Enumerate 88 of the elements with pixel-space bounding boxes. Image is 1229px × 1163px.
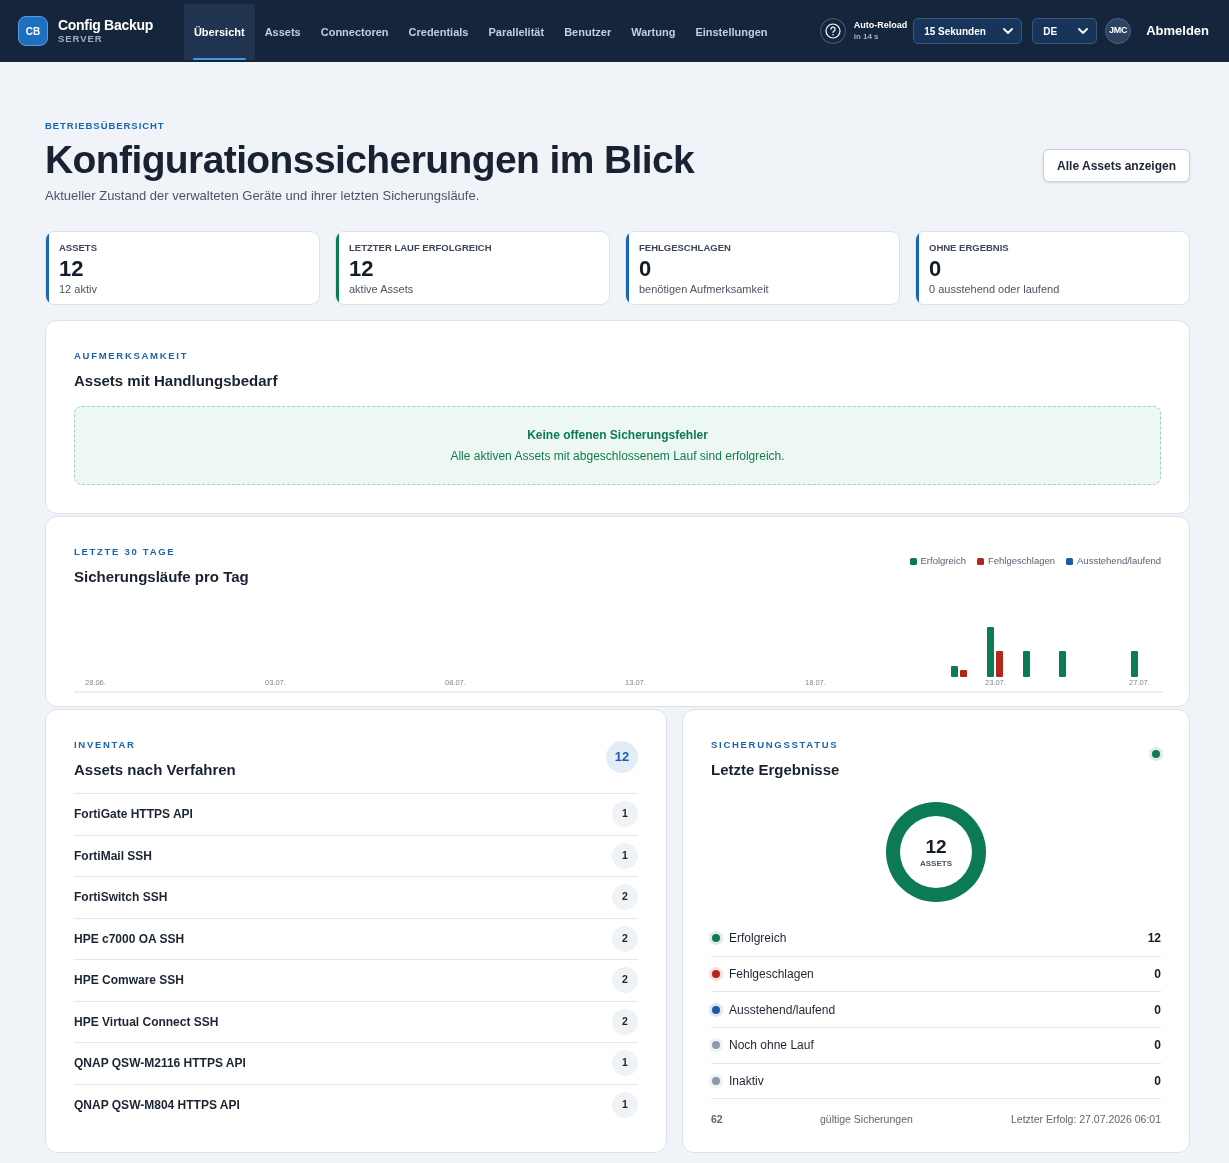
stat-value: 0	[639, 257, 653, 281]
legend-label: Ausstehend/laufend	[1077, 555, 1161, 567]
method-name: FortiMail SSH	[74, 847, 152, 865]
method-name: HPE Comware SSH	[74, 972, 185, 990]
logout-link[interactable]: Abmelden	[1146, 21, 1209, 41]
legend-label: Erfolgreich	[920, 555, 966, 567]
status-label: Fehlgeschlagen	[729, 966, 814, 984]
stat-value: 12	[349, 257, 375, 281]
success-bar	[1023, 651, 1030, 677]
failed-bar	[996, 651, 1003, 677]
chevron-down-icon	[1078, 28, 1089, 34]
method-name: QNAP QSW-M2116 HTTPS API	[74, 1055, 246, 1073]
status-label: Erfolgreich	[729, 930, 787, 948]
stat-note: benötigen Aufmerksamkeit	[639, 282, 769, 296]
status-label: Noch ohne Lauf	[729, 1037, 814, 1055]
section-title: Assets mit Handlungsbedarf	[74, 371, 279, 391]
failed-bar	[960, 670, 967, 677]
method-name: FortiSwitch SSH	[74, 889, 168, 907]
count-badge: 2	[612, 884, 638, 911]
last-success-text: Letzter Erfolg: 27.07.2026 06:01	[1010, 1112, 1161, 1127]
method-name: HPE Virtual Connect SSH	[74, 1013, 219, 1031]
empty-state-title: Keine offenen Sicherungsfehler	[527, 427, 708, 443]
section-eyebrow: LETZTE 30 TAGE	[74, 546, 177, 558]
count-badge: 2	[612, 1008, 638, 1035]
nav-tab[interactable]: Wartung	[621, 4, 686, 60]
section-eyebrow: AUFMERKSAMKEIT	[74, 350, 190, 362]
empty-state-text: Alle aktiven Assets mit abgeschlossenem Lauf sind erfolgreich.	[450, 448, 785, 464]
method-name: HPE c7000 OA SSH	[74, 930, 185, 948]
count-badge: 1	[612, 1050, 638, 1077]
status-count: 12	[1147, 930, 1161, 948]
count-badge: 1	[612, 842, 638, 869]
stat-value: 12	[59, 257, 85, 281]
stat-note: 0 ausstehend oder laufend	[929, 282, 1060, 296]
page-eyebrow: BETRIEBSÜBERSICHT	[45, 120, 166, 132]
status-count: 0	[1154, 966, 1161, 984]
nav-tab[interactable]: Connectoren	[310, 4, 399, 60]
donut-total: 12	[925, 837, 947, 857]
nav-tab[interactable]: Assets	[254, 4, 311, 60]
stat-value: 0	[929, 257, 943, 281]
method-name: QNAP QSW-M804 HTTPS API	[74, 1096, 240, 1114]
method-name: FortiGate HTTPS API	[74, 806, 193, 824]
stat-note: aktive Assets	[349, 282, 415, 296]
page-subtitle: Aktueller Zustand der verwalteten Geräte und ihrer letzten Sicherungsläufe.	[45, 188, 481, 204]
app-logo: CB	[18, 16, 48, 46]
success-bar	[987, 627, 994, 677]
auto-reload-label: Auto-Reload	[853, 20, 908, 31]
success-bar	[1059, 651, 1066, 677]
stat-note: 12 aktiv	[59, 282, 97, 296]
status-count: 0	[1154, 1001, 1161, 1019]
section-title: Assets nach Verfahren	[74, 760, 236, 780]
reload-countdown: in 14 s	[853, 31, 880, 42]
all-assets-button[interactable]: Alle Assets anzeigen	[1043, 149, 1190, 182]
nav-tab[interactable]: Parallelität	[478, 4, 555, 60]
nav-tab[interactable]: Übersicht	[183, 4, 255, 60]
status-label: Inaktiv	[729, 1073, 764, 1091]
nav-tab[interactable]: Benutzer	[554, 4, 622, 60]
chevron-down-icon	[1003, 28, 1014, 34]
count-badge: 1	[612, 801, 638, 828]
stat-label: FEHLGESCHLAGEN	[639, 242, 732, 254]
interval-select[interactable]: 15 Sekunden	[913, 18, 1023, 44]
success-bar	[951, 666, 958, 677]
legend-label: Fehlgeschlagen	[987, 555, 1055, 567]
nav-tab[interactable]: Credentials	[398, 4, 479, 60]
count-badge: 2	[612, 925, 638, 952]
section-eyebrow: INVENTAR	[74, 739, 137, 751]
count-badge: 2	[612, 967, 638, 994]
app-name: Config Backup	[58, 17, 153, 33]
app-subtitle: SERVER	[58, 33, 104, 45]
language-select[interactable]: DE	[1032, 18, 1098, 44]
help-icon[interactable]	[819, 18, 846, 44]
nav-tab[interactable]: Einstellungen	[685, 4, 778, 60]
donut-label: ASSETS	[920, 859, 952, 869]
stat-label: LETZTER LAUF ERFOLGREICH	[349, 242, 492, 254]
status-count: 0	[1154, 1073, 1161, 1091]
section-title: Letzte Ergebnisse	[711, 760, 840, 780]
count-badge: 1	[612, 1091, 638, 1118]
section-eyebrow: SICHERUNGSSTATUS	[711, 739, 840, 751]
stat-label: ASSETS	[59, 242, 97, 254]
status-count: 0	[1154, 1037, 1161, 1055]
success-bar	[1131, 651, 1138, 677]
total-count-badge: 12	[606, 741, 638, 773]
section-title: Sicherungsläufe pro Tag	[74, 567, 249, 587]
status-label: Ausstehend/laufend	[729, 1001, 836, 1019]
page-title: Konfigurationssicherungen im Blick	[45, 137, 695, 183]
backup-count: 62	[711, 1112, 724, 1127]
stat-label: OHNE ERGEBNIS	[929, 242, 1010, 254]
user-avatar[interactable]: JMC	[1105, 18, 1132, 44]
backup-count-label: gültige Sicherungen	[820, 1112, 913, 1127]
